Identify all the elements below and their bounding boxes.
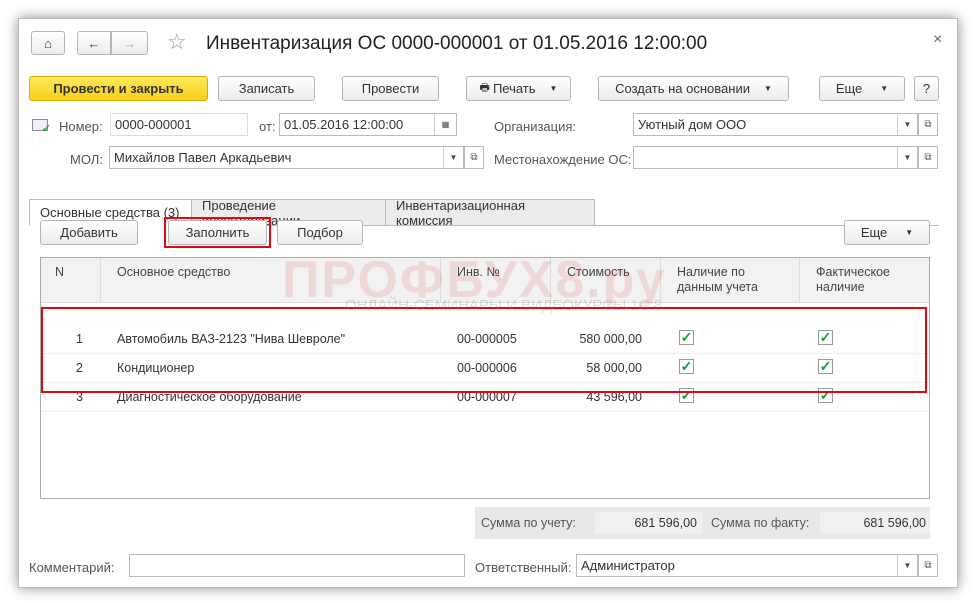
- mol-value: Михайлов Павел Аркадьевич: [114, 150, 292, 165]
- add-button[interactable]: Добавить: [40, 220, 138, 245]
- actual-total-value: 681 596,00: [820, 512, 930, 534]
- print-button[interactable]: 🖶 Печать ▼: [466, 76, 571, 101]
- printer-icon: 🖶: [479, 82, 490, 94]
- mol-label: МОЛ:: [70, 152, 103, 167]
- open-mol-icon[interactable]: ⧉: [464, 146, 484, 169]
- dropdown-icon[interactable]: ▼: [443, 147, 463, 168]
- calendar-icon[interactable]: ▦: [434, 114, 456, 135]
- fill-highlight: [164, 217, 271, 248]
- dropdown-icon[interactable]: ▼: [897, 555, 917, 576]
- create-based-button[interactable]: Создать на основании ▼: [598, 76, 789, 101]
- dropdown-icon[interactable]: ▼: [897, 114, 917, 135]
- select-button[interactable]: Подбор: [277, 220, 363, 245]
- more-button[interactable]: Еще ▼: [819, 76, 905, 101]
- window-title: Инвентаризация ОС 0000-000001 от 01.05.2…: [206, 33, 708, 54]
- comment-field[interactable]: [129, 554, 465, 577]
- close-button[interactable]: ×: [933, 31, 942, 49]
- save-button[interactable]: Записать: [218, 76, 315, 101]
- home-button[interactable]: ⌂: [31, 31, 65, 55]
- organization-value: Уютный дом ООО: [638, 117, 747, 132]
- organization-field[interactable]: Уютный дом ООО ▼: [633, 113, 918, 136]
- rows-highlight: [41, 307, 927, 393]
- book-total-value: 681 596,00: [595, 512, 703, 534]
- print-label: Печать: [492, 81, 536, 96]
- col-asset[interactable]: Основное средство: [101, 258, 441, 303]
- chevron-down-icon: ▼: [880, 84, 889, 93]
- tab-inventory-commission[interactable]: Инвентаризационная комиссия: [385, 198, 595, 228]
- date-label: от:: [259, 119, 276, 134]
- responsible-label: Ответственный:: [475, 560, 572, 575]
- mol-field[interactable]: Михайлов Павел Аркадьевич ▼: [109, 146, 464, 169]
- col-n[interactable]: N: [41, 258, 101, 303]
- responsible-field[interactable]: Администратор ▼: [576, 554, 918, 577]
- back-button[interactable]: ←: [77, 31, 111, 55]
- totals-panel: Сумма по учету: 681 596,00 Сумма по факт…: [475, 507, 930, 539]
- date-field[interactable]: 01.05.2016 12:00:00 ▦: [279, 113, 457, 136]
- date-value: 01.05.2016 12:00:00: [284, 117, 404, 132]
- number-field[interactable]: 0000-000001: [110, 113, 248, 136]
- comment-label: Комментарий:: [29, 560, 115, 575]
- more-label: Еще: [835, 81, 863, 96]
- open-location-icon[interactable]: ⧉: [918, 146, 938, 169]
- dropdown-icon[interactable]: ▼: [897, 147, 917, 168]
- create-based-label: Создать на основании: [615, 81, 750, 96]
- favorite-star-icon[interactable]: ☆: [167, 29, 187, 55]
- number-label: Номер:: [59, 119, 103, 134]
- table-header: N Основное средство Инв. № Стоимость Нал…: [41, 258, 929, 303]
- chevron-down-icon: ▼: [763, 84, 772, 93]
- chevron-down-icon: ▼: [549, 84, 558, 93]
- col-book[interactable]: Наличие по данным учета: [661, 258, 800, 303]
- book-total-label: Сумма по учету:: [481, 516, 576, 530]
- chevron-down-icon: ▼: [905, 228, 914, 237]
- post-and-close-button[interactable]: Провести и закрыть: [29, 76, 208, 101]
- actual-total-label: Сумма по факту:: [711, 516, 810, 530]
- location-field[interactable]: ▼: [633, 146, 918, 169]
- table-more-button[interactable]: Еще ▼: [844, 220, 930, 245]
- open-organization-icon[interactable]: ⧉: [918, 113, 938, 136]
- col-inv[interactable]: Инв. №: [441, 258, 551, 303]
- posted-status-icon: ✓: [32, 119, 51, 135]
- location-label: Местонахождение ОС:: [494, 152, 632, 167]
- document-window: ⌂ ← → ☆ Инвентаризация ОС 0000-000001 от…: [18, 18, 958, 588]
- arrow-left-icon: ←: [87, 35, 101, 51]
- table-more-label: Еще: [860, 225, 888, 240]
- open-responsible-icon[interactable]: ⧉: [918, 554, 938, 577]
- col-cost[interactable]: Стоимость: [551, 258, 661, 303]
- forward-button[interactable]: →: [111, 31, 148, 55]
- col-actual[interactable]: Фактическое наличие: [800, 258, 931, 303]
- post-button[interactable]: Провести: [342, 76, 439, 101]
- organization-label: Организация:: [494, 119, 577, 134]
- home-icon: ⌂: [44, 35, 52, 51]
- responsible-value: Администратор: [581, 558, 675, 573]
- arrow-right-icon: →: [123, 35, 136, 51]
- help-button[interactable]: ?: [914, 76, 939, 101]
